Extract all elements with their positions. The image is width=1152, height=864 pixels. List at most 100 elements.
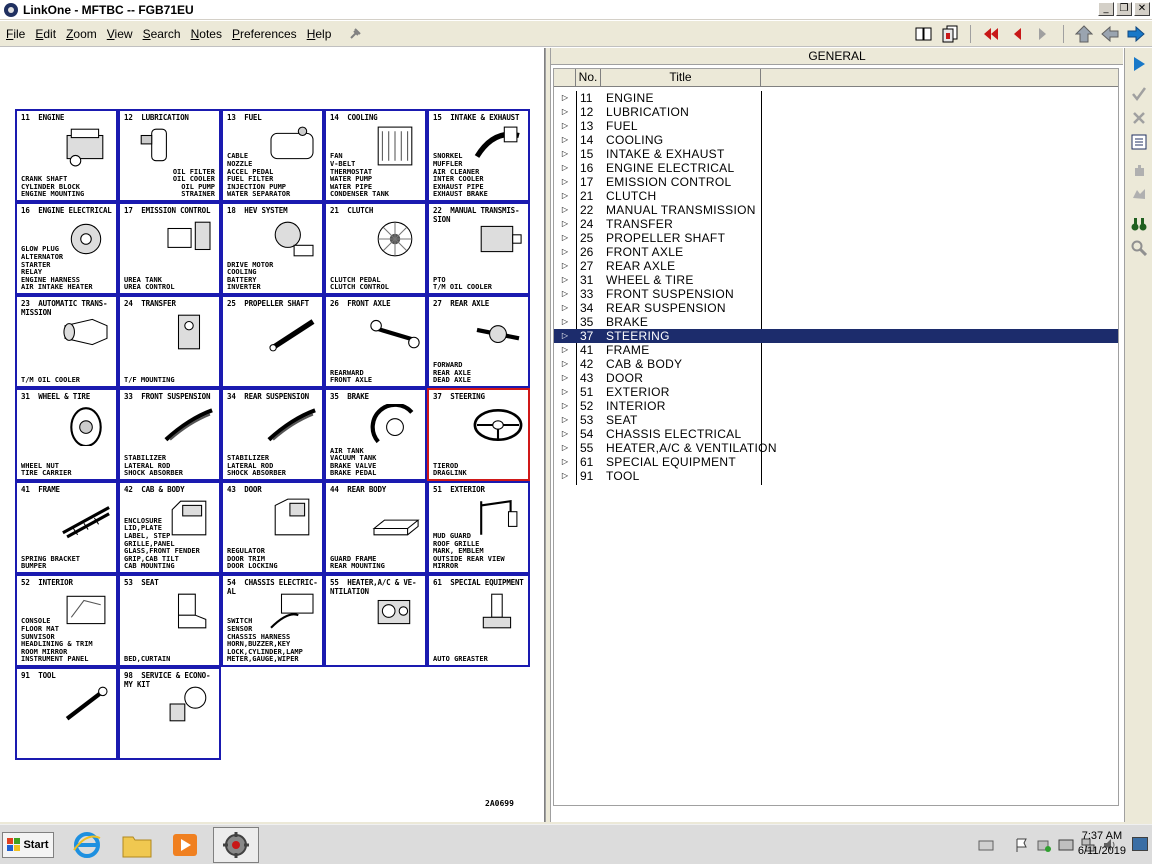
section-cell[interactable]: 34 REAR SUSPENSION STABILIZER LATERAL ROD…: [221, 388, 324, 481]
expand-arrow-icon[interactable]: ▷: [554, 287, 576, 301]
menu-help[interactable]: Help: [301, 27, 336, 41]
expand-arrow-icon[interactable]: ▷: [554, 357, 576, 371]
section-cell[interactable]: 25 PROPELLER SHAFT: [221, 295, 324, 388]
table-row[interactable]: ▷ 22 MANUAL TRANSMISSION: [554, 203, 1118, 217]
table-row[interactable]: ▷ 14 COOLING: [554, 133, 1118, 147]
table-row[interactable]: ▷ 25 PROPELLER SHAFT: [554, 231, 1118, 245]
expand-arrow-icon[interactable]: ▷: [554, 217, 576, 231]
section-cell[interactable]: 11 ENGINE CRANK SHAFT CYLINDER BLOCK ENGI…: [15, 109, 118, 202]
table-row[interactable]: ▷ 11 ENGINE: [554, 91, 1118, 105]
table-row[interactable]: ▷ 15 INTAKE & EXHAUST: [554, 147, 1118, 161]
menu-file[interactable]: File: [0, 27, 29, 41]
magnifier-icon[interactable]: [1129, 238, 1149, 258]
table-row[interactable]: ▷ 17 EMISSION CONTROL: [554, 175, 1118, 189]
section-cell[interactable]: 54 CHASSIS ELECTRIC- AL SWITCH SENSOR CHA…: [221, 574, 324, 667]
table-row[interactable]: ▷ 21 CLUTCH: [554, 189, 1118, 203]
linkone-taskbar-button[interactable]: [213, 827, 259, 863]
expand-arrow-icon[interactable]: ▷: [554, 161, 576, 175]
expand-arrow-icon[interactable]: ▷: [554, 259, 576, 273]
section-cell[interactable]: 52 INTERIOR CONSOLE FLOOR MAT SUNVISOR HE…: [15, 574, 118, 667]
table-row[interactable]: ▷ 26 FRONT AXLE: [554, 245, 1118, 259]
table-row[interactable]: ▷ 43 DOOR: [554, 371, 1118, 385]
previous-page-icon[interactable]: [1007, 24, 1027, 44]
table-row[interactable]: ▷ 52 INTERIOR: [554, 399, 1118, 413]
expand-arrow-icon[interactable]: ▷: [554, 315, 576, 329]
expand-arrow-icon[interactable]: ▷: [554, 371, 576, 385]
section-cell[interactable]: 27 REAR AXLE FORWARD REAR AXLE DEAD AXLE: [427, 295, 530, 388]
checkmark-icon[interactable]: [1129, 84, 1149, 104]
section-cell[interactable]: 18 HEV SYSTEM DRIVE MOTOR COOLING BATTERY…: [221, 202, 324, 295]
restore-button[interactable]: ❐: [1116, 2, 1132, 16]
expand-arrow-icon[interactable]: ▷: [554, 273, 576, 287]
section-cell[interactable]: 22 MANUAL TRANSMIS- SION PTO T/M OIL COOL…: [427, 202, 530, 295]
section-cell[interactable]: 42 CAB & BODY ENCLOSURE LID,PLATE LABEL, …: [118, 481, 221, 574]
menu-notes[interactable]: Notes: [185, 27, 226, 41]
close-button[interactable]: ✕: [1134, 2, 1150, 16]
expand-arrow-icon[interactable]: ▷: [554, 245, 576, 259]
table-row[interactable]: ▷ 34 REAR SUSPENSION: [554, 301, 1118, 315]
expand-arrow-icon[interactable]: ▷: [554, 413, 576, 427]
pushpin-icon[interactable]: [347, 26, 363, 42]
expand-arrow-icon[interactable]: ▷: [554, 469, 576, 483]
go-icon[interactable]: [1129, 54, 1149, 74]
table-row[interactable]: ▷ 27 REAR AXLE: [554, 259, 1118, 273]
expand-arrow-icon[interactable]: ▷: [554, 301, 576, 315]
expand-arrow-icon[interactable]: ▷: [554, 175, 576, 189]
section-cell[interactable]: 41 FRAME SPRING BRACKET BUMPER: [15, 481, 118, 574]
minimize-button[interactable]: _: [1098, 2, 1114, 16]
parts-list-icon[interactable]: [1129, 132, 1149, 152]
table-row[interactable]: ▷ 41 FRAME: [554, 343, 1118, 357]
menu-view[interactable]: View: [101, 27, 137, 41]
action-center-flag-icon[interactable]: [1014, 837, 1030, 853]
menu-zoom[interactable]: Zoom: [60, 27, 101, 41]
expand-arrow-icon[interactable]: ▷: [554, 385, 576, 399]
table-row[interactable]: ▷ 16 ENGINE ELECTRICAL: [554, 161, 1118, 175]
clock[interactable]: 7:37 AM 6/11/2019: [1078, 829, 1126, 859]
expand-arrow-icon[interactable]: ▷: [554, 427, 576, 441]
expand-arrow-icon[interactable]: ▷: [554, 399, 576, 413]
media-player-icon[interactable]: [162, 827, 208, 863]
menu-edit[interactable]: Edit: [29, 27, 60, 41]
section-cell[interactable]: 21 CLUTCH CLUTCH PEDAL CLUTCH CONTROL: [324, 202, 427, 295]
display-icon[interactable]: [1058, 837, 1074, 853]
section-cell[interactable]: 35 BRAKE AIR TANK VACUUM TANK BRAKE VALVE…: [324, 388, 427, 481]
section-cell[interactable]: 43 DOOR REGULATOR DOOR TRIM DOOR LOCKING: [221, 481, 324, 574]
start-button[interactable]: Start: [2, 832, 54, 858]
section-cell[interactable]: 53 SEAT BED,CURTAIN: [118, 574, 221, 667]
up-level-icon[interactable]: [1074, 24, 1094, 44]
table-row[interactable]: ▷ 53 SEAT: [554, 413, 1118, 427]
next-page-icon[interactable]: [1033, 24, 1053, 44]
section-cell[interactable]: 31 WHEEL & TIRE WHEEL NUT TIRE CARRIER: [15, 388, 118, 481]
section-cell[interactable]: 37 STEERING TIEROD DRAGLINK: [427, 388, 530, 481]
table-row[interactable]: ▷ 31 WHEEL & TIRE: [554, 273, 1118, 287]
table-row[interactable]: ▷ 91 TOOL: [554, 469, 1118, 483]
expand-arrow-icon[interactable]: ▷: [554, 455, 576, 469]
binoculars-icon[interactable]: [1129, 214, 1149, 234]
column-header-no[interactable]: No.: [576, 69, 601, 86]
section-cell[interactable]: 55 HEATER,A/C & VE- NTILATION: [324, 574, 427, 667]
section-cell[interactable]: 44 REAR BODY GUARD FRAME REAR MOUNTING: [324, 481, 427, 574]
expand-arrow-icon[interactable]: ▷: [554, 231, 576, 245]
section-cell[interactable]: 16 ENGINE ELECTRICAL GLOW PLUG ALTERNATOR…: [15, 202, 118, 295]
show-desktop-button[interactable]: [1132, 837, 1148, 851]
section-cell[interactable]: 24 TRANSFER T/F MOUNTING: [118, 295, 221, 388]
section-cell[interactable]: 98 SERVICE & ECONO- MY KIT: [118, 667, 221, 760]
table-row[interactable]: ▷ 37 STEERING: [554, 329, 1118, 343]
expand-arrow-icon[interactable]: ▷: [554, 329, 576, 343]
table-row[interactable]: ▷ 55 HEATER,A/C & VENTILATION: [554, 441, 1118, 455]
menu-search[interactable]: Search: [137, 27, 185, 41]
delete-icon[interactable]: [1129, 108, 1149, 128]
section-cell[interactable]: 13 FUEL CABLE NOZZLE ACCEL PEDAL FUEL FIL…: [221, 109, 324, 202]
column-header-title[interactable]: Title: [601, 69, 761, 86]
table-row[interactable]: ▷ 35 BRAKE: [554, 315, 1118, 329]
expand-arrow-icon[interactable]: ▷: [554, 203, 576, 217]
section-cell[interactable]: 61 SPECIAL EQUIPMENT AUTO GREASTER: [427, 574, 530, 667]
security-icon[interactable]: [1036, 837, 1052, 853]
book-icon[interactable]: [914, 24, 934, 44]
expand-arrow-icon[interactable]: ▷: [554, 189, 576, 203]
expand-arrow-icon[interactable]: ▷: [554, 91, 576, 105]
table-row[interactable]: ▷ 61 SPECIAL EQUIPMENT: [554, 455, 1118, 469]
back-icon[interactable]: [1100, 24, 1120, 44]
section-cell[interactable]: 17 EMISSION CONTROL UREA TANK UREA CONTRO…: [118, 202, 221, 295]
expand-arrow-icon[interactable]: ▷: [554, 147, 576, 161]
